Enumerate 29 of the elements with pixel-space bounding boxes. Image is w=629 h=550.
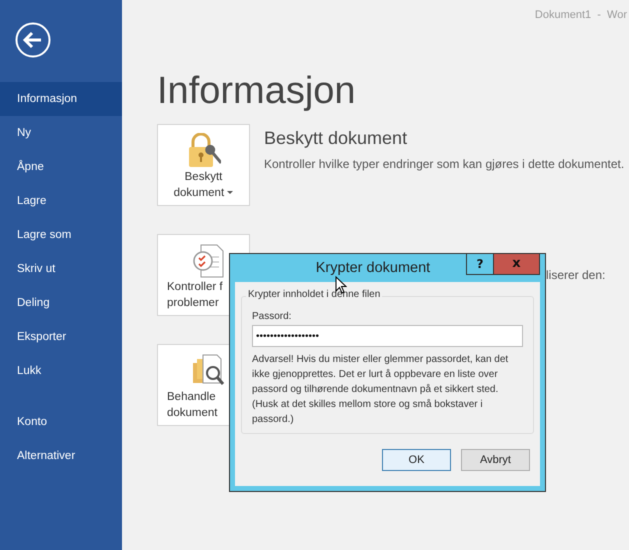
sidebar-item[interactable]: Informasjon [0,82,122,116]
sidebar-item[interactable]: Konto [0,405,122,439]
note-text: (Husk at det skilles mellom store og små bokstaver i passord.) [252,398,484,427]
section-description: Kontroller hvilke typer endringer som kan gjøres i dette dokumentet. [264,157,624,171]
protect-button[interactable]: Beskytt dokument [157,124,250,206]
group-label: Krypter innholdet i denne filen [246,289,382,300]
window-title: Dokument1 - Wor [534,9,627,21]
sidebar-item[interactable]: Lagre som [0,218,122,252]
dialog-button[interactable]: OK [382,449,451,471]
sidebar-item[interactable]: Lagre [0,184,122,218]
dialog-title: Krypter dokument [314,259,432,276]
sidebar-item[interactable]: Eksporter [0,320,122,354]
sidebar-item[interactable]: Åpne [0,150,122,184]
field-label: Passord: [252,311,292,322]
sidebar-item[interactable]: Skriv ut [0,252,122,286]
lock-key-icon [186,133,220,169]
dialog-button[interactable]: Avbryt [461,449,530,471]
sidebar-item[interactable]: Lukk [0,354,122,388]
sidebar-item[interactable]: Ny [0,116,122,150]
sidebar-item[interactable]: Deling [0,286,122,320]
close-button[interactable]: x [494,254,540,275]
help-button[interactable]: ? [466,254,494,275]
sidebar-item[interactable]: Alternativer [0,439,122,473]
section-description: liserer den: [546,268,606,282]
checklist-document-icon [191,243,225,279]
password-field[interactable]: •••••••••••••••••• [252,325,523,347]
page-title: Informasjon [157,72,356,110]
section-heading: Beskytt dokument [264,128,408,149]
warning-text: Advarsel! Hvis du mister eller glemmer passordet, kan det ikke gjenopprettes. Det er lurt å oppbevare en liste over passord og tilhørende dokumentnavn på et sikkert sted. [252,353,510,397]
